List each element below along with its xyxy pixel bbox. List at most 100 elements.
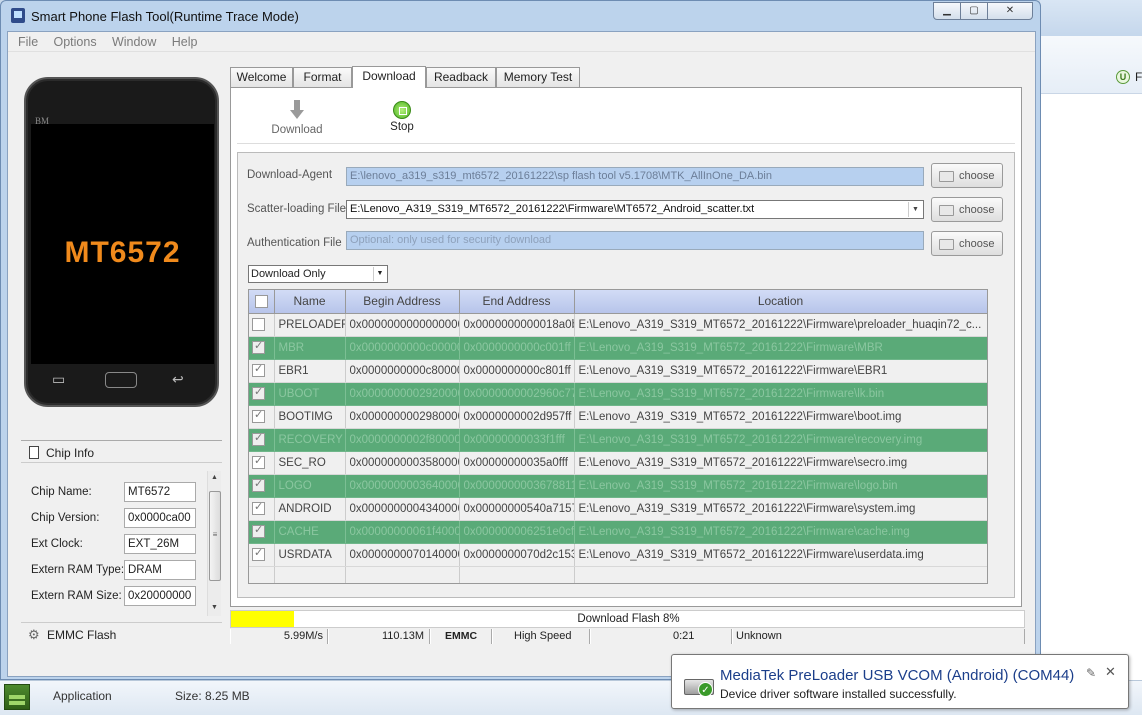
row-checkbox-cell[interactable] xyxy=(249,474,275,498)
column-end-address[interactable]: End Address xyxy=(459,290,575,314)
title-bar[interactable]: Smart Phone Flash Tool(Runtime Trace Mod… xyxy=(1,1,1040,31)
extern-ram-type-field[interactable]: DRAM xyxy=(124,560,196,580)
location-cell: E:\Lenovo_A319_S319_MT6572_20161222\Firm… xyxy=(574,520,987,544)
close-button[interactable]: ✕ xyxy=(987,2,1033,20)
app-icon xyxy=(11,8,25,23)
chip-version-label: Chip Version: xyxy=(31,512,100,524)
table-row[interactable]: ANDROID0x00000000043400000x00000000540a7… xyxy=(249,497,987,521)
download-agent-choose-button[interactable]: choose xyxy=(931,163,1003,188)
column-name[interactable]: Name xyxy=(274,290,346,314)
begin-address-cell: 0x0000000000c80000 xyxy=(345,359,460,383)
maximize-button[interactable]: ▢ xyxy=(960,2,988,20)
status-state: Unknown xyxy=(732,629,1025,644)
file-size-label: Size: xyxy=(175,689,202,703)
scrollbar-thumb[interactable]: ≡ xyxy=(209,491,221,581)
row-checkbox-cell[interactable] xyxy=(249,428,275,452)
pin-icon[interactable]: ✎ xyxy=(1086,666,1096,680)
row-checkbox[interactable] xyxy=(252,318,265,331)
row-checkbox[interactable] xyxy=(252,500,265,515)
emmc-flash-section[interactable]: ⚙ EMMC Flash xyxy=(21,622,222,644)
progress-label: Download Flash 8% xyxy=(577,613,680,625)
tab-readback[interactable]: Readback xyxy=(426,67,496,87)
row-checkbox-cell[interactable] xyxy=(249,543,275,567)
auth-file-field[interactable]: Optional: only used for security downloa… xyxy=(346,231,924,250)
column-begin-address[interactable]: Begin Address xyxy=(345,290,460,314)
partition-name-cell: EBR1 xyxy=(274,359,346,383)
row-checkbox-cell[interactable] xyxy=(249,405,275,429)
table-row[interactable]: LOGO0x00000000036400000x0000000003678811… xyxy=(249,474,987,498)
row-checkbox-cell[interactable] xyxy=(249,451,275,475)
row-checkbox-cell[interactable] xyxy=(249,313,275,337)
extern-ram-size-label: Extern RAM Size: xyxy=(31,590,122,602)
window-title: Smart Phone Flash Tool(Runtime Trace Mod… xyxy=(31,9,299,24)
row-checkbox[interactable] xyxy=(252,546,265,561)
scatter-file-select[interactable]: E:\Lenovo_A319_S319_MT6572_20161222\Firm… xyxy=(346,200,924,219)
ext-clock-label: Ext Clock: xyxy=(31,538,83,550)
tab-download[interactable]: Download xyxy=(352,66,426,88)
row-checkbox-cell[interactable] xyxy=(249,336,275,360)
menu-options[interactable]: Options xyxy=(54,32,97,52)
row-checkbox-cell[interactable] xyxy=(249,520,275,544)
table-row[interactable]: USRDATA0x00000000701400000x0000000070d2c… xyxy=(249,543,987,567)
row-checkbox[interactable] xyxy=(252,408,265,423)
tab-welcome[interactable]: Welcome xyxy=(230,67,293,87)
menu-window[interactable]: Window xyxy=(112,32,156,52)
close-icon[interactable]: ✕ xyxy=(1105,664,1116,680)
row-checkbox[interactable] xyxy=(252,454,265,469)
table-row[interactable]: EBR10x0000000000c800000x0000000000c801ff… xyxy=(249,359,987,383)
table-row[interactable]: UBOOT0x00000000029200000x0000000002960c7… xyxy=(249,382,987,406)
file-type: Application xyxy=(53,689,112,703)
row-checkbox[interactable] xyxy=(252,385,265,400)
download-mode-value: Download Only xyxy=(251,268,326,280)
end-address-cell: 0x0000000003678811 xyxy=(459,474,575,498)
table-row[interactable]: PRELOADER 0x0000000000000000 0x00000000000… xyxy=(249,313,987,337)
chevron-down-icon[interactable]: ▼ xyxy=(908,202,922,217)
end-address-cell: 0x0000000000c001ff xyxy=(459,336,575,360)
stop-button[interactable]: Stop xyxy=(382,101,422,133)
begin-address-cell: 0x0000000070140000 xyxy=(345,543,460,567)
partition-name-cell: PRELOADER xyxy=(274,313,346,337)
row-checkbox[interactable] xyxy=(252,477,265,492)
minimize-button[interactable]: ▁ xyxy=(933,2,961,20)
chip-version-field[interactable]: 0x0000ca00 xyxy=(124,508,196,528)
tab-format[interactable]: Format xyxy=(293,67,352,87)
status-size: 110.13M xyxy=(328,629,430,644)
row-checkbox[interactable] xyxy=(252,339,265,354)
chip-info-scrollbar[interactable]: ▲ ≡ ▼ xyxy=(207,471,221,616)
auth-file-choose-button[interactable]: choose xyxy=(931,231,1003,256)
table-row[interactable]: MBR0x0000000000c000000x0000000000c001ffE… xyxy=(249,336,987,360)
download-button[interactable]: Download xyxy=(267,100,327,136)
row-checkbox[interactable] xyxy=(252,362,265,377)
column-location[interactable]: Location xyxy=(574,290,987,314)
ext-clock-field[interactable]: EXT_26M xyxy=(124,534,196,554)
row-checkbox[interactable] xyxy=(252,431,265,446)
row-checkbox-cell[interactable] xyxy=(249,359,275,383)
folder-icon xyxy=(939,205,954,216)
row-checkbox[interactable] xyxy=(252,523,265,538)
download-agent-field[interactable]: E:\lenovo_a319_s319_mt6572_20161222\sp f… xyxy=(346,167,924,186)
scroll-down-icon[interactable]: ▼ xyxy=(211,604,218,611)
menu-help[interactable]: Help xyxy=(172,32,198,52)
table-row[interactable]: BOOTIMG0x00000000029800000x0000000002d95… xyxy=(249,405,987,429)
u-icon[interactable]: U xyxy=(1116,70,1130,84)
tab-memory-test[interactable]: Memory Test xyxy=(496,67,580,87)
table-row[interactable]: CACHE0x00000000061f400000x000000006251e0… xyxy=(249,520,987,544)
scatter-file-choose-button[interactable]: choose xyxy=(931,197,1003,222)
row-checkbox-cell[interactable] xyxy=(249,382,275,406)
select-all-header[interactable] xyxy=(249,290,275,314)
menu-file[interactable]: File xyxy=(18,32,38,52)
chip-info-header[interactable]: Chip Info xyxy=(21,441,222,463)
table-row[interactable]: SEC_RO0x00000000035800000x00000000035a0f… xyxy=(249,451,987,475)
empty-cell xyxy=(574,566,987,583)
extern-ram-size-field[interactable]: 0x20000000 xyxy=(124,586,196,606)
driver-notification[interactable]: ✓ MediaTek PreLoader USB VCOM (Android) … xyxy=(671,654,1129,709)
table-row[interactable]: RECOVERY0x0000000002f800000x00000000033f… xyxy=(249,428,987,452)
status-storage: EMMC xyxy=(430,629,492,644)
select-all-checkbox[interactable] xyxy=(254,295,268,309)
download-mode-select[interactable]: Download Only ▼ xyxy=(248,265,388,283)
chevron-down-icon[interactable]: ▼ xyxy=(373,267,386,281)
chip-name-field[interactable]: MT6572 xyxy=(124,482,196,502)
row-checkbox-cell[interactable] xyxy=(249,497,275,521)
scroll-up-icon[interactable]: ▲ xyxy=(211,474,218,481)
end-address-cell: 0x0000000070d2c153 xyxy=(459,543,575,567)
